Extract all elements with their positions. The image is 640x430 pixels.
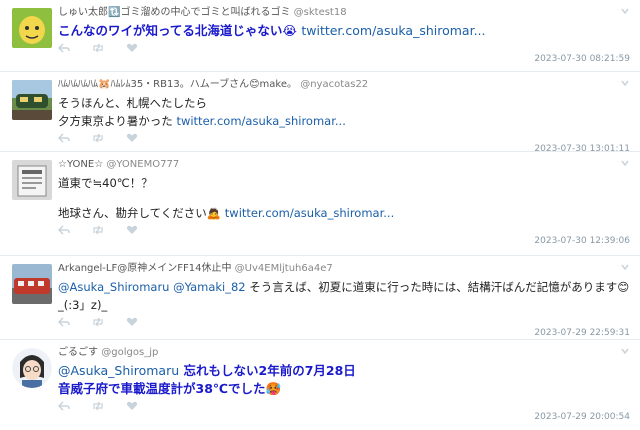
tweet-header: しゅい太郎🔃ゴミ溜めの中心でゴミと叫ばれるゴミ @sktest18 [58, 6, 632, 20]
user-handle[interactable]: @golgos_jp [101, 347, 158, 358]
tweet-item: ☆YONE☆ @YONEMO777 道東で≒40℃！？ 地球さん、勘弁してくださ… [0, 152, 640, 256]
tweet-item: しゅい太郎🔃ゴミ溜めの中心でゴミと叫ばれるゴミ @sktest18 こんなのワイ… [0, 0, 640, 72]
tweet-actions [58, 400, 632, 412]
tweet-line: そうほんと、札幌へたしたら [58, 96, 208, 110]
retweet-icon[interactable] [92, 133, 104, 143]
tweet-line: 忘れもしない2年前の7月28日 [183, 363, 356, 378]
avatar[interactable] [12, 160, 52, 200]
chevron-down-icon[interactable] [620, 158, 630, 168]
user-name[interactable]: しゅい太郎🔃ゴミ溜めの中心でゴミと叫ばれるゴミ [58, 7, 290, 18]
tweet-header: ﾊﾑﾊﾑﾊﾑﾊﾑ🐹ﾊﾑﾚﾑ35・RB13。ハムーブさん😊make。 @nyaco… [58, 78, 632, 92]
tweet-date[interactable]: 2023-07-29 20:00:54 [58, 412, 632, 422]
reply-icon[interactable] [58, 225, 70, 235]
tweet-actions [58, 42, 632, 54]
reply-icon[interactable] [58, 401, 70, 411]
tweet-text: @Asuka_Shiromaru @Yamaki_82 そう言えば、初夏に道東に… [58, 278, 632, 314]
tweet-actions [58, 224, 632, 236]
tweet-date[interactable]: 2023-07-29 22:59:31 [58, 328, 632, 338]
user-name[interactable]: ごるごす [58, 347, 98, 358]
mention-link[interactable]: @Yamaki_82 [173, 280, 245, 294]
retweet-icon[interactable] [92, 317, 104, 327]
tweet-text: 道東で≒40℃！？ 地球さん、勘弁してください🙇 twitter.com/asu… [58, 174, 632, 222]
user-handle[interactable]: @Uv4EMljtuh6a4e7 [235, 263, 333, 274]
tweet-text: @Asuka_Shiromaru 忘れもしない2年前の7月28日 音威子府で車載… [58, 362, 632, 398]
user-handle[interactable]: @sktest18 [294, 7, 347, 18]
heart-icon[interactable] [126, 133, 138, 143]
tweet-line: 夕方東京より暑かった [58, 114, 173, 128]
chevron-down-icon[interactable] [620, 6, 630, 16]
avatar[interactable] [12, 8, 52, 48]
retweet-icon[interactable] [92, 401, 104, 411]
reply-icon[interactable] [58, 43, 70, 53]
tweet-header: ごるごす @golgos_jp [58, 346, 632, 360]
chevron-down-icon[interactable] [620, 262, 630, 272]
tweet-item: ﾊﾑﾊﾑﾊﾑﾊﾑ🐹ﾊﾑﾚﾑ35・RB13。ハムーブさん😊make。 @nyaco… [0, 72, 640, 154]
user-name[interactable]: ☆YONE☆ [58, 159, 103, 170]
tweet-feed: しゅい太郎🔃ゴミ溜めの中心でゴミと叫ばれるゴミ @sktest18 こんなのワイ… [0, 0, 640, 430]
chevron-down-icon[interactable] [620, 78, 630, 88]
mention-link[interactable]: @Asuka_Shiromaru [58, 363, 179, 378]
heart-icon[interactable] [126, 43, 138, 53]
tweet-link[interactable]: twitter.com/asuka_shiromar... [176, 114, 345, 128]
user-handle[interactable]: @YONEMO777 [106, 159, 179, 170]
tweet-header: Arkangel-LF@原神メインFF14休止中 @Uv4EMljtuh6a4e… [58, 262, 632, 276]
user-handle[interactable]: @nyacotas22 [300, 79, 368, 90]
reply-icon[interactable] [58, 133, 70, 143]
tweet-item: ごるごす @golgos_jp @Asuka_Shiromaru 忘れもしない2… [0, 340, 640, 430]
avatar[interactable] [12, 264, 52, 304]
tweet-line: 地球さん、勘弁してください🙇 [58, 206, 222, 220]
avatar[interactable] [12, 348, 52, 388]
tweet-line: 音威子府で車載温度計が38℃でした🥵 [58, 381, 282, 396]
tweet-date[interactable]: 2023-07-30 08:21:59 [58, 54, 632, 64]
user-name[interactable]: Arkangel-LF@原神メインFF14休止中 [58, 263, 231, 274]
tweet-link[interactable]: twitter.com/asuka_shiromar... [225, 206, 394, 220]
tweet-line: こんなのワイが知ってる北海道じゃない😭 [58, 23, 297, 38]
tweet-date[interactable]: 2023-07-30 12:39:06 [58, 236, 632, 246]
user-name[interactable]: ﾊﾑﾊﾑﾊﾑﾊﾑ🐹ﾊﾑﾚﾑ35・RB13。ハムーブさん😊make。 [58, 79, 297, 90]
tweet-header: ☆YONE☆ @YONEMO777 [58, 158, 632, 172]
heart-icon[interactable] [126, 225, 138, 235]
tweet-line: _(:3」z)_ [58, 298, 108, 312]
tweet-text: そうほんと、札幌へたしたら 夕方東京より暑かった twitter.com/asu… [58, 94, 632, 130]
retweet-icon[interactable] [92, 43, 104, 53]
reply-icon[interactable] [58, 317, 70, 327]
heart-icon[interactable] [126, 317, 138, 327]
tweet-item: Arkangel-LF@原神メインFF14休止中 @Uv4EMljtuh6a4e… [0, 256, 640, 340]
chevron-down-icon[interactable] [620, 346, 630, 356]
tweet-link[interactable]: twitter.com/asuka_shiromar... [301, 23, 485, 38]
heart-icon[interactable] [126, 401, 138, 411]
tweet-text: こんなのワイが知ってる北海道じゃない😭 twitter.com/asuka_sh… [58, 22, 632, 40]
tweet-line: 道東で≒40℃！？ [58, 176, 153, 190]
tweet-actions [58, 316, 632, 328]
avatar[interactable] [12, 80, 52, 120]
tweet-actions [58, 132, 632, 144]
mention-link[interactable]: @Asuka_Shiromaru [58, 280, 169, 294]
tweet-line: そう言えば、初夏に道東に行った時には、結構汗ばんだ記憶があります😊 [249, 280, 630, 294]
retweet-icon[interactable] [92, 225, 104, 235]
